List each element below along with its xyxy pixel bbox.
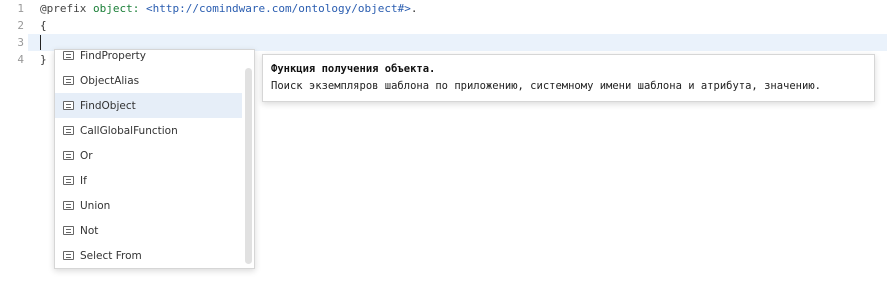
autocomplete-item[interactable]: Or: [55, 143, 242, 168]
method-icon: [63, 151, 74, 160]
method-icon: [63, 101, 74, 110]
tooltip-title: Функция получения объекта.: [271, 63, 436, 75]
autocomplete-item-label: Select From: [80, 249, 142, 262]
method-icon: [63, 76, 74, 85]
autocomplete-item-label: FindProperty: [80, 49, 146, 62]
autocomplete-list: FindProperty ObjectAlias FindObject Call…: [55, 49, 242, 268]
namespace-uri: <http://comindware.com/ontology/object#>: [145, 2, 411, 15]
autocomplete-item-selected[interactable]: FindObject: [55, 93, 242, 118]
line-number: 4: [17, 53, 24, 66]
code-line-2[interactable]: {: [40, 17, 887, 34]
line-number: 1: [17, 2, 24, 15]
autocomplete-item-label: If: [80, 174, 87, 187]
autocomplete-item-label: Not: [80, 224, 99, 237]
autocomplete-item[interactable]: Select From: [55, 243, 242, 268]
namespace-prefix: object:: [92, 2, 140, 15]
statement-terminator: .: [410, 2, 418, 15]
documentation-tooltip: Функция получения объекта. Поиск экземпл…: [262, 54, 875, 102]
autocomplete-item[interactable]: FindProperty: [55, 49, 242, 68]
autocomplete-item[interactable]: If: [55, 168, 242, 193]
method-icon: [63, 201, 74, 210]
autocomplete-item[interactable]: Not: [55, 218, 242, 243]
autocomplete-dropdown[interactable]: FindProperty ObjectAlias FindObject Call…: [54, 49, 255, 269]
text-cursor: [40, 35, 41, 50]
line-number: 3: [17, 36, 24, 49]
autocomplete-item-label: Or: [80, 149, 93, 162]
line-number: 2: [17, 19, 24, 32]
tooltip-description: Поиск экземпляров шаблона по приложению,…: [271, 80, 821, 92]
autocomplete-item-label: FindObject: [80, 99, 136, 112]
autocomplete-item-label: Union: [80, 199, 111, 212]
method-icon: [63, 126, 74, 135]
method-icon: [63, 251, 74, 260]
code-line-1[interactable]: @prefix object: <http://comindware.com/o…: [40, 0, 887, 17]
autocomplete-item[interactable]: Union: [55, 193, 242, 218]
method-icon: [63, 226, 74, 235]
autocomplete-item-label: ObjectAlias: [80, 74, 140, 87]
autocomplete-item[interactable]: ObjectAlias: [55, 68, 242, 93]
prefix-keyword: @prefix: [40, 2, 87, 15]
method-icon: [63, 176, 74, 185]
method-icon: [63, 51, 74, 60]
autocomplete-item-label: CallGlobalFunction: [80, 124, 178, 137]
autocomplete-item[interactable]: CallGlobalFunction: [55, 118, 242, 143]
autocomplete-scrollbar[interactable]: [245, 68, 252, 264]
line-number-gutter: 1 2 3 4: [0, 0, 28, 281]
